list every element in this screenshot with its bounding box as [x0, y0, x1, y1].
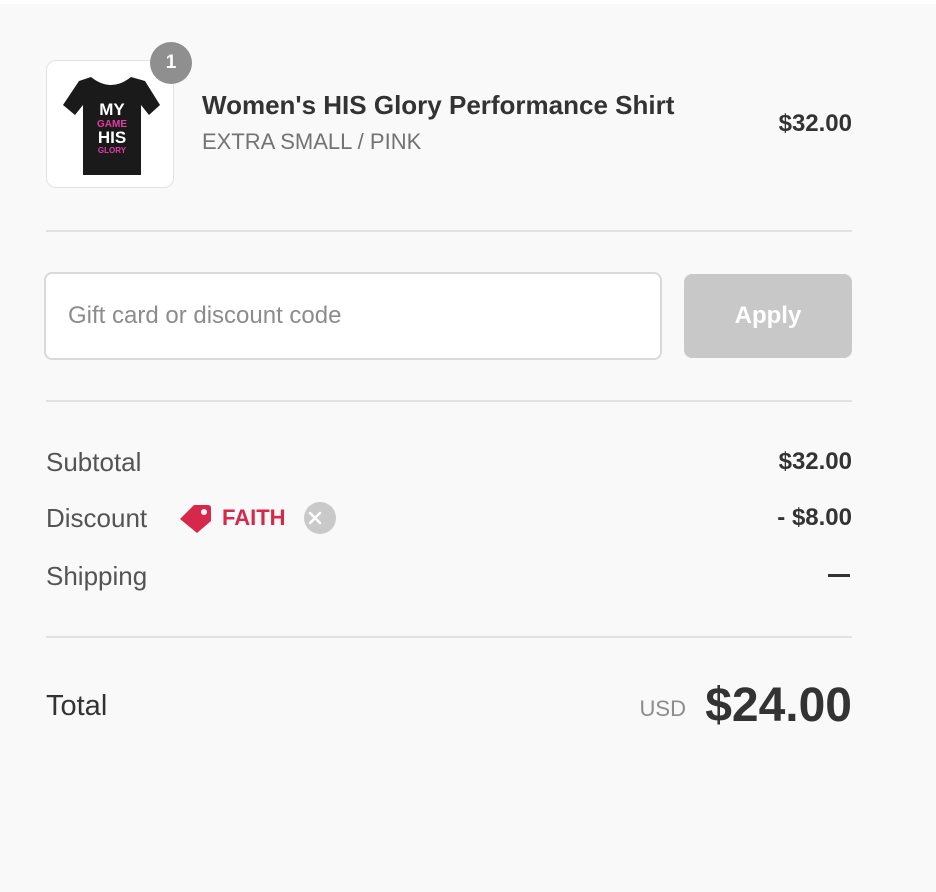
total-label: Total [46, 690, 108, 722]
discount-tag: FAITH [178, 498, 336, 538]
product-variant: EXTRA SMALL / PINK [202, 129, 422, 154]
discount-row: Discount FAITH - $8.00 [46, 498, 852, 538]
shipping-label: Shipping [46, 561, 148, 591]
product-name: Women's HIS Glory Performance Shirt [202, 90, 675, 120]
subtotal-label: Subtotal [46, 447, 142, 477]
discount-value: - $8.00 [777, 504, 852, 531]
discount-code: FAITH [222, 505, 286, 530]
remove-discount-button[interactable] [303, 502, 336, 534]
shirt-print-line-1: MY [99, 100, 125, 119]
tag-icon [180, 505, 211, 533]
subtotal-value: $32.00 [778, 448, 852, 475]
divider [46, 230, 852, 232]
currency-code: USD [639, 696, 686, 721]
tshirt-icon: MY GAME HIS GLORY [63, 77, 160, 175]
product-thumbnail: MY GAME HIS GLORY [46, 60, 174, 188]
close-icon [308, 511, 321, 525]
total-row: Total USD $24.00 [46, 678, 852, 738]
quantity-badge: 1 [150, 42, 192, 84]
shipping-value: — [828, 574, 850, 577]
shipping-row: Shipping — [46, 556, 852, 596]
divider [46, 400, 852, 402]
apply-button[interactable]: Apply [684, 274, 852, 358]
product-price: $32.00 [778, 110, 852, 137]
total-value: $24.00 [705, 679, 852, 732]
shirt-print-line-3: HIS [98, 128, 126, 147]
discount-code-input[interactable] [44, 272, 662, 360]
top-strip [0, 0, 936, 4]
divider [46, 636, 852, 638]
line-item: MY GAME HIS GLORY 1 Women's HIS Glory Pe… [46, 42, 852, 188]
discount-label: Discount [46, 503, 148, 533]
shirt-print-line-4: GLORY [98, 146, 127, 155]
subtotal-row: Subtotal $32.00 [46, 442, 852, 482]
